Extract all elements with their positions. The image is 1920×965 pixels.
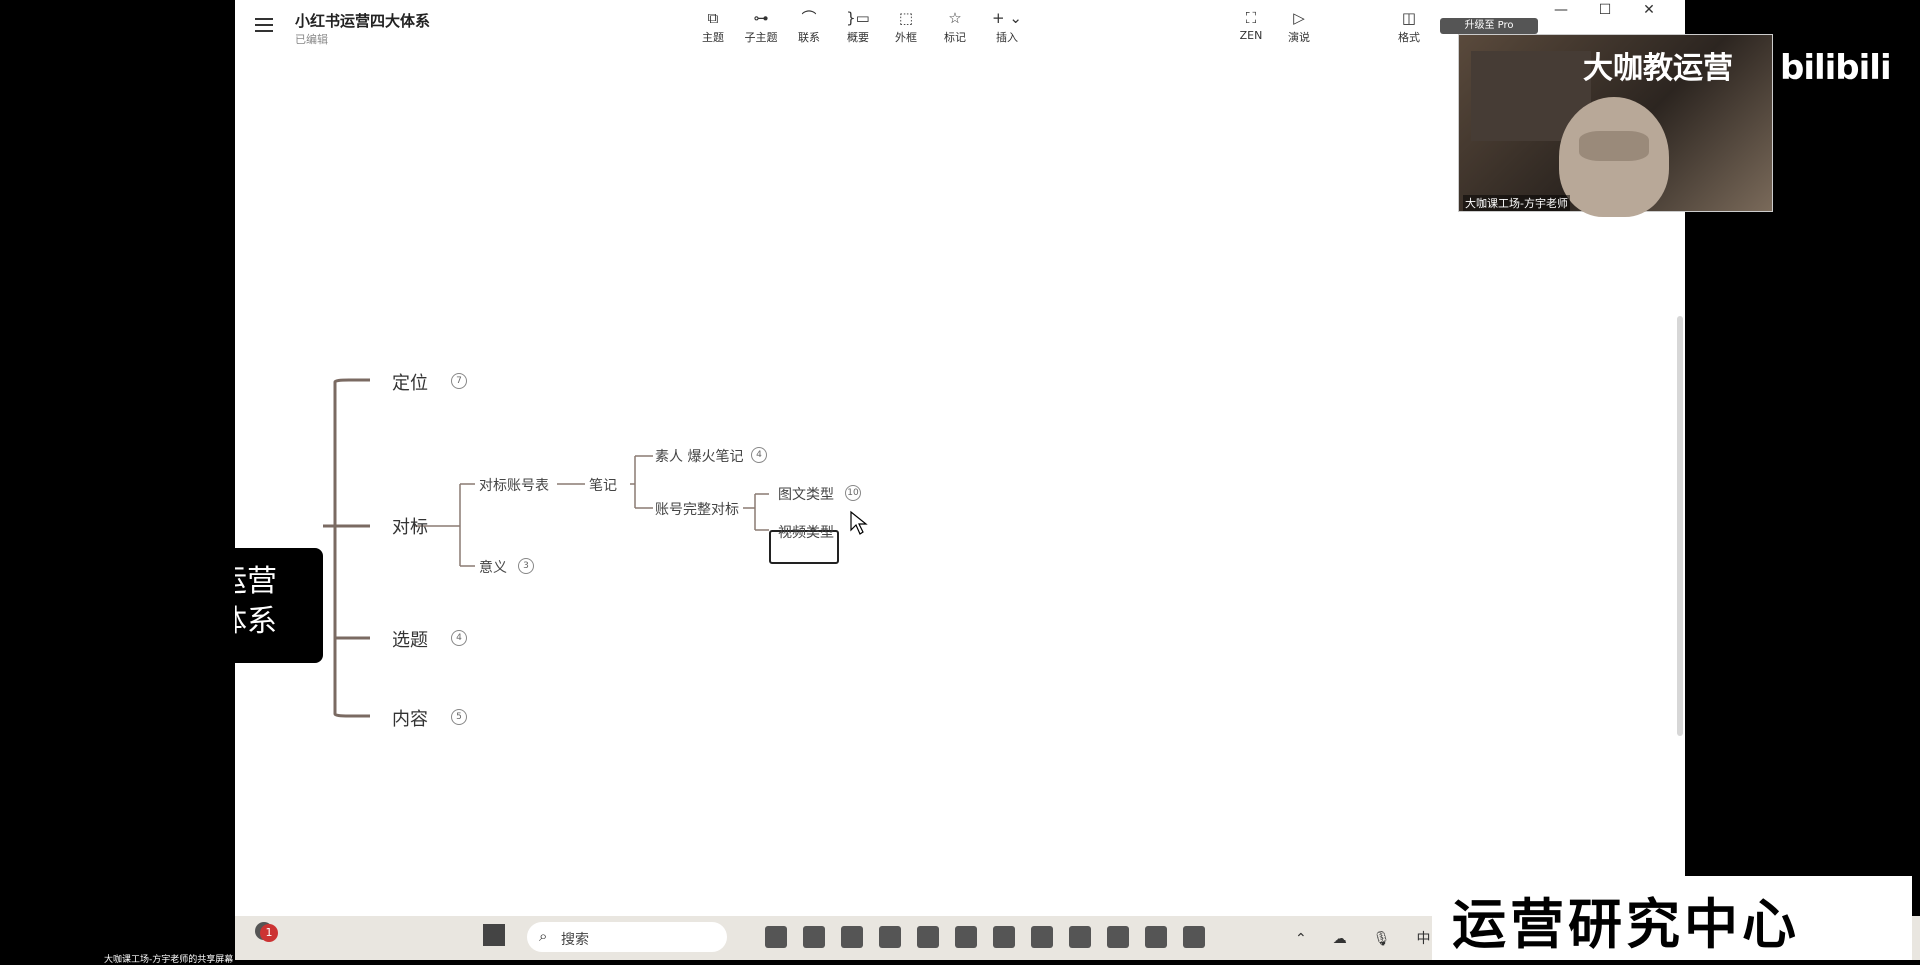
notification-badge: 1 bbox=[260, 924, 278, 942]
subtopic-benchmark-table[interactable]: 对标账号表 bbox=[479, 475, 549, 495]
close-icon[interactable]: ✕ bbox=[1627, 2, 1671, 18]
collapsed-count-badge[interactable]: 10 bbox=[845, 485, 861, 501]
collapsed-count-badge[interactable]: 4 bbox=[451, 630, 467, 646]
chevron-up-icon[interactable]: ⌃ bbox=[1295, 931, 1307, 947]
taskbar-app-icon[interactable] bbox=[955, 926, 977, 948]
format-panel-button[interactable]: ◫ 格式 bbox=[1387, 8, 1431, 45]
pitch-mode-button[interactable]: ▷ 演说 bbox=[1277, 8, 1321, 45]
webcam-caption: 大咖课工场-方宇老师 bbox=[1463, 195, 1570, 211]
subtopic-image-text-type[interactable]: 图文类型 bbox=[778, 484, 834, 504]
search-icon: ⌕ bbox=[539, 927, 548, 945]
topic-content[interactable]: 内容 bbox=[392, 705, 428, 731]
hamburger-menu-icon[interactable] bbox=[255, 18, 273, 32]
ime-indicator[interactable]: 中 bbox=[1417, 931, 1431, 947]
play-icon: ▷ bbox=[1293, 9, 1305, 27]
collapsed-count-badge[interactable]: 5 bbox=[451, 709, 467, 725]
minimize-icon[interactable]: — bbox=[1539, 2, 1583, 18]
cloud-icon[interactable]: ☁ bbox=[1333, 931, 1347, 947]
maximize-icon[interactable]: ☐ bbox=[1583, 2, 1627, 18]
marker-button[interactable]: ☆ 标记 bbox=[933, 8, 977, 45]
subtopic-video-type[interactable]: 视频类型 bbox=[778, 522, 834, 542]
taskbar-app-icon[interactable] bbox=[1031, 926, 1053, 948]
collapsed-count-badge[interactable]: 3 bbox=[518, 558, 534, 574]
taskbar-app-icon[interactable] bbox=[1145, 926, 1167, 948]
subtopic-icon: ⊶ bbox=[753, 9, 769, 27]
add-subtopic-button[interactable]: ⊶ 子主题 bbox=[739, 8, 783, 45]
topic-selection[interactable]: 选题 bbox=[392, 626, 428, 652]
subtopic-notes[interactable]: 笔记 bbox=[589, 475, 617, 495]
bilibili-logo: bilibili bbox=[1780, 48, 1892, 88]
subtopic-viral-notes[interactable]: 素人 爆火笔记 bbox=[655, 446, 743, 466]
windows-start-icon[interactable] bbox=[483, 924, 505, 946]
taskbar-app-icon[interactable] bbox=[1183, 926, 1205, 948]
topic-positioning[interactable]: 定位 bbox=[392, 369, 428, 395]
upgrade-pro-button[interactable]: 升级至 Pro bbox=[1440, 18, 1538, 34]
topic-icon: ⧉ bbox=[707, 9, 719, 27]
vertical-scrollbar[interactable] bbox=[1677, 316, 1683, 736]
taskbar-app-icon[interactable] bbox=[879, 926, 901, 948]
webcam-overlay: 大咖教运营 大咖课工场-方宇老师 bbox=[1458, 34, 1773, 217]
fullscreen-icon: ⛶ bbox=[1245, 9, 1257, 27]
taskbar-app-icon[interactable] bbox=[993, 926, 1015, 948]
taskbar-app-icon[interactable] bbox=[1107, 926, 1129, 948]
add-topic-button[interactable]: ⧉ 主题 bbox=[691, 8, 735, 45]
subtopic-meaning[interactable]: 意义 bbox=[479, 557, 507, 577]
webcam-title: 大咖教运营 bbox=[1583, 51, 1733, 86]
boundary-icon: ⬚ bbox=[898, 9, 914, 27]
subtopic-full-benchmark[interactable]: 账号完整对标 bbox=[655, 499, 739, 519]
summary-button[interactable]: }▭ 概要 bbox=[836, 8, 880, 45]
taskbar-app-icon[interactable] bbox=[1069, 926, 1091, 948]
topic-benchmark[interactable]: 对标 bbox=[392, 513, 428, 539]
collapsed-count-badge[interactable]: 7 bbox=[451, 373, 467, 389]
mouse-cursor-icon bbox=[850, 510, 868, 535]
taskbar-search[interactable]: ⌕ 搜索 bbox=[527, 922, 727, 952]
taskbar-app-icon[interactable] bbox=[841, 926, 863, 948]
channel-watermark: 运营研究中心 bbox=[1452, 893, 1800, 956]
central-topic[interactable]: 运营 体系 bbox=[235, 548, 323, 663]
zen-mode-button[interactable]: ⛶ ZEN bbox=[1229, 8, 1273, 42]
relationship-icon: ⌒ bbox=[801, 9, 817, 27]
document-status: 已编辑 bbox=[295, 33, 328, 46]
taskbar-app-icon[interactable] bbox=[917, 926, 939, 948]
collapsed-count-badge[interactable]: 4 bbox=[751, 447, 767, 463]
share-caption: 大咖课工场-方宇老师的共享屏幕 bbox=[104, 955, 234, 965]
insert-button[interactable]: + ⌄ 插入 bbox=[985, 8, 1029, 45]
taskbar-app-icon[interactable] bbox=[803, 926, 825, 948]
microphone-icon[interactable]: 🎙 bbox=[1373, 931, 1391, 947]
panel-icon: ◫ bbox=[1401, 9, 1417, 27]
boundary-button[interactable]: ⬚ 外框 bbox=[884, 8, 928, 45]
summary-icon: }▭ bbox=[846, 9, 870, 27]
document-title: 小红书运营四大体系 bbox=[295, 12, 431, 30]
plus-icon: + ⌄ bbox=[992, 9, 1022, 27]
relationship-button[interactable]: ⌒ 联系 bbox=[787, 8, 831, 45]
presenter-face bbox=[1579, 131, 1649, 161]
taskbar-app-icon[interactable] bbox=[765, 926, 787, 948]
window-controls: — ☐ ✕ bbox=[1539, 2, 1671, 18]
star-icon: ☆ bbox=[948, 9, 962, 27]
